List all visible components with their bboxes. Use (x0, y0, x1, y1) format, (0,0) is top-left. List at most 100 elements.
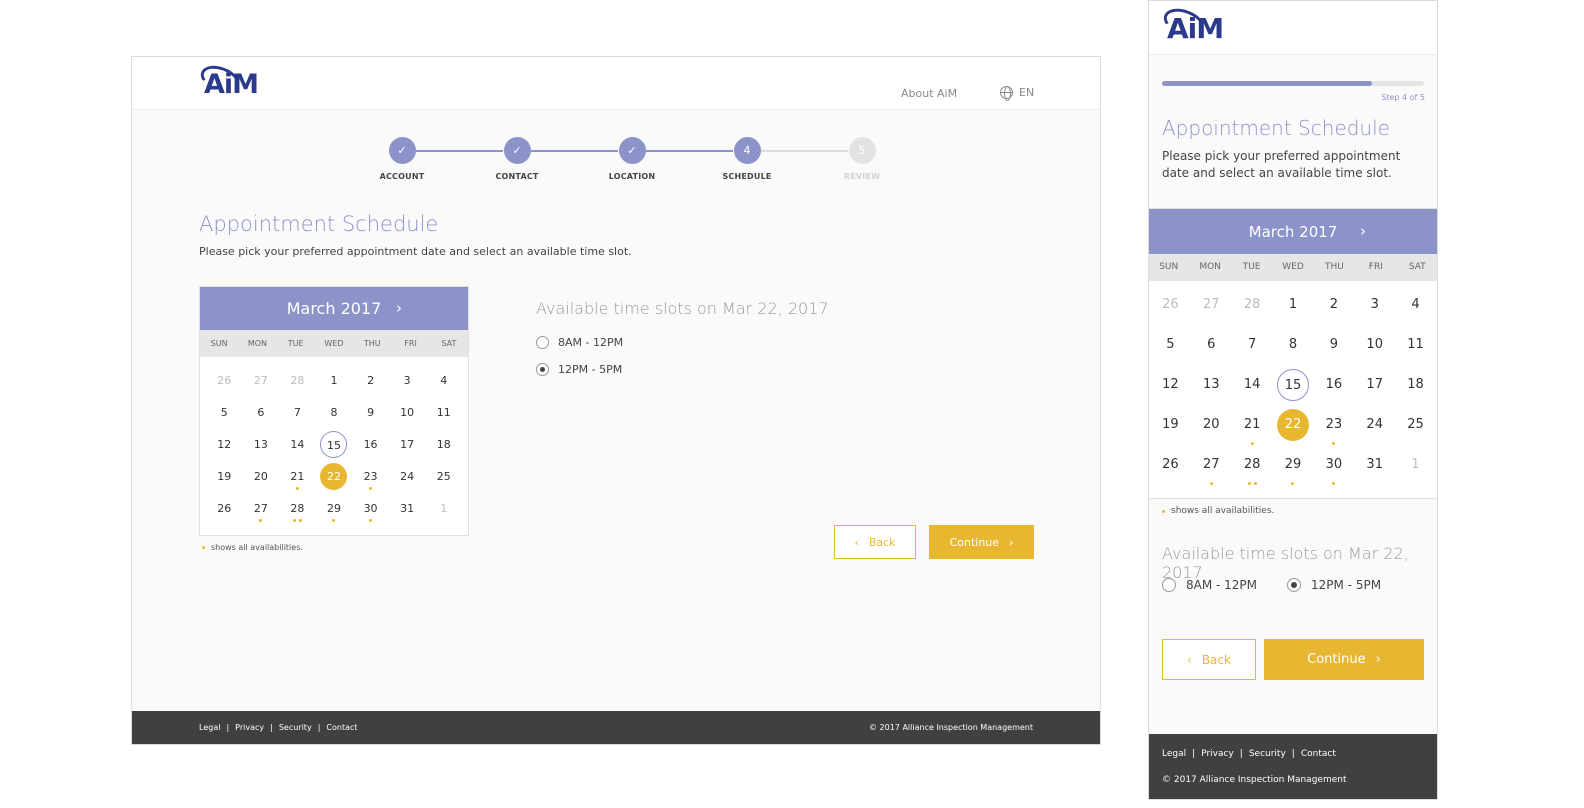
calendar-day[interactable]: 20 (243, 461, 280, 493)
calendar-day[interactable]: 28 (1232, 449, 1273, 489)
day-number: 19 (217, 470, 232, 483)
calendar-day[interactable]: 11 (1395, 329, 1436, 369)
calendar-day[interactable]: 7 (1232, 329, 1273, 369)
calendar-day[interactable]: 2 (352, 365, 389, 397)
calendar-day[interactable]: 30 (352, 493, 389, 525)
calendar-day[interactable]: 23 (1313, 409, 1354, 449)
continue-button[interactable]: Continue › (929, 525, 1034, 559)
about-aim-link[interactable]: About AiM (901, 87, 957, 100)
calendar-day[interactable]: 31 (389, 493, 426, 525)
calendar-day[interactable]: 14 (279, 429, 316, 461)
selected-day[interactable]: 22 (1273, 409, 1314, 449)
calendar-day[interactable]: 1 (1273, 289, 1314, 329)
day-number: 6 (1207, 337, 1216, 352)
calendar-day[interactable]: 29 (1273, 449, 1314, 489)
calendar-day[interactable]: 10 (389, 397, 426, 429)
footer-link-legal[interactable]: Legal (199, 723, 220, 732)
calendar-day[interactable]: 24 (389, 461, 426, 493)
calendar-day[interactable]: 3 (1354, 289, 1395, 329)
calendar-day[interactable]: 27 (243, 493, 280, 525)
calendar-day[interactable]: 8 (1273, 329, 1314, 369)
time-slot-option[interactable]: 12PM - 5PM (1287, 578, 1381, 592)
footer-link-privacy[interactable]: Privacy (235, 723, 264, 732)
calendar-day[interactable]: 7 (279, 397, 316, 429)
day-number: 13 (1202, 377, 1220, 392)
chevron-right-icon[interactable]: › (396, 299, 402, 317)
calendar-day[interactable]: 5 (206, 397, 243, 429)
calendar-day[interactable]: 20 (1191, 409, 1232, 449)
calendar-day[interactable]: 8 (316, 397, 353, 429)
calendar-day[interactable]: 18 (1395, 369, 1436, 409)
calendar-day[interactable]: 26 (1150, 449, 1191, 489)
check-icon: ✓ (503, 137, 531, 164)
calendar-day[interactable]: 19 (206, 461, 243, 493)
calendar-day[interactable]: 13 (243, 429, 280, 461)
calendar-day[interactable]: 25 (425, 461, 462, 493)
today-day[interactable]: 15 (1273, 369, 1314, 409)
calendar-day[interactable]: 1 (316, 365, 353, 397)
day-number: 22 (1276, 409, 1309, 441)
language-selector[interactable]: EN (1000, 86, 1034, 101)
radio-button[interactable] (536, 363, 549, 376)
aim-logo[interactable]: AiM (197, 60, 272, 101)
calendar-day[interactable]: 27 (1191, 449, 1232, 489)
back-button[interactable]: ‹ Back (1162, 639, 1256, 680)
calendar-day[interactable]: 10 (1354, 329, 1395, 369)
calendar-day[interactable]: 12 (206, 429, 243, 461)
calendar-day[interactable]: 30 (1313, 449, 1354, 489)
calendar-day[interactable]: 4 (1395, 289, 1436, 329)
calendar-day[interactable]: 19 (1150, 409, 1191, 449)
back-button[interactable]: ‹ Back (834, 525, 916, 559)
calendar-day[interactable]: 21 (279, 461, 316, 493)
calendar-day[interactable]: 5 (1150, 329, 1191, 369)
calendar-day[interactable]: 12 (1150, 369, 1191, 409)
calendar-day[interactable]: 25 (1395, 409, 1436, 449)
footer-link-privacy[interactable]: Privacy (1201, 749, 1234, 759)
availability-dot-icon (259, 519, 263, 522)
calendar-day[interactable]: 29 (316, 493, 353, 525)
calendar-day[interactable]: 13 (1191, 369, 1232, 409)
calendar-day[interactable]: 21 (1232, 409, 1273, 449)
footer-link-security[interactable]: Security (1249, 749, 1286, 759)
day-number: 16 (363, 438, 378, 451)
radio-button[interactable] (1287, 578, 1301, 592)
day-number: 21 (1243, 417, 1261, 432)
radio-button[interactable] (1162, 578, 1176, 592)
calendar-day[interactable]: 4 (425, 365, 462, 397)
calendar-day[interactable]: 17 (389, 429, 426, 461)
day-number: 22 (320, 463, 348, 490)
calendar-day[interactable]: 26 (206, 493, 243, 525)
calendar-day[interactable]: 3 (389, 365, 426, 397)
calendar-day[interactable]: 14 (1232, 369, 1273, 409)
calendar-day[interactable]: 24 (1354, 409, 1395, 449)
aim-logo[interactable]: AiM (1159, 3, 1239, 46)
footer-link-contact[interactable]: Contact (326, 723, 357, 732)
calendar-day[interactable]: 31 (1354, 449, 1395, 489)
calendar-day[interactable]: 16 (1313, 369, 1354, 409)
radio-button[interactable] (536, 336, 549, 349)
calendar-day[interactable]: 6 (1191, 329, 1232, 369)
day-number: 18 (1407, 377, 1424, 392)
calendar-day[interactable]: 28 (279, 493, 316, 525)
time-slot-option[interactable]: 12PM - 5PM (536, 363, 622, 376)
calendar-day[interactable]: 23 (352, 461, 389, 493)
chevron-right-icon[interactable]: › (1360, 222, 1366, 240)
continue-button[interactable]: Continue › (1264, 639, 1424, 680)
time-slot-option[interactable]: 8AM - 12PM (536, 336, 623, 349)
footer-link-legal[interactable]: Legal (1162, 749, 1186, 759)
today-day[interactable]: 15 (316, 429, 353, 461)
calendar-day[interactable]: 9 (1313, 329, 1354, 369)
calendar-day[interactable]: 18 (425, 429, 462, 461)
calendar-day[interactable]: 9 (352, 397, 389, 429)
calendar-day[interactable]: 2 (1313, 289, 1354, 329)
calendar-day[interactable]: 16 (352, 429, 389, 461)
availability-dots (1313, 482, 1354, 485)
footer-link-security[interactable]: Security (279, 723, 312, 732)
time-slot-option[interactable]: 8AM - 12PM (1162, 578, 1257, 592)
footer-link-contact[interactable]: Contact (1301, 749, 1336, 759)
calendar-day[interactable]: 17 (1354, 369, 1395, 409)
calendar-day[interactable]: 6 (243, 397, 280, 429)
selected-day[interactable]: 22 (316, 461, 353, 493)
calendar-day[interactable]: 11 (425, 397, 462, 429)
mobile-view: AiM Step 4 of 5 Appointment Schedule Ple… (1148, 0, 1438, 800)
